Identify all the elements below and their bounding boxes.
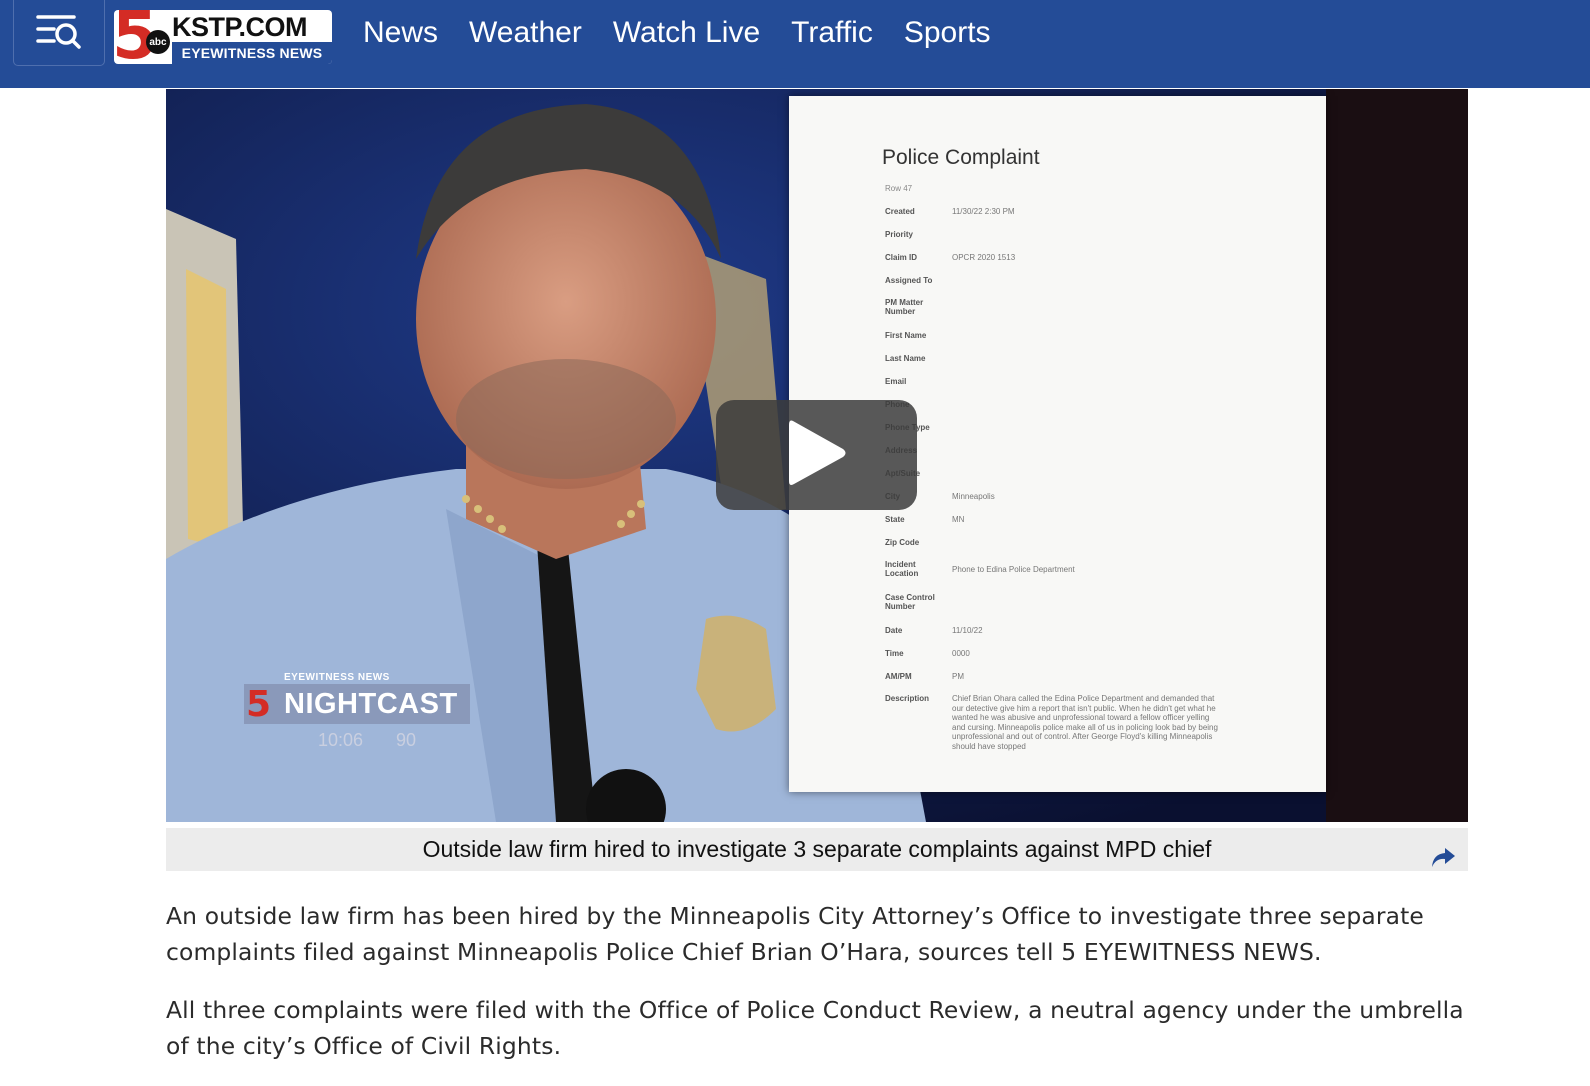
logo-site-name: KSTP.COM (172, 12, 308, 42)
field-label: Date (885, 626, 903, 635)
document-title: Police Complaint (882, 146, 1040, 169)
document-description: Chief Brian Ohara called the Edina Polic… (952, 694, 1218, 751)
field-label: First Name (885, 331, 927, 340)
bug-show-name: NIGHTCAST (284, 688, 458, 720)
kstp-logo[interactable]: 5 abc KSTP.COM EYEWITNESS NEWS (114, 10, 332, 64)
nav-watch-live[interactable]: Watch Live (613, 16, 760, 50)
field-label: Time (885, 649, 904, 658)
field-label: PM Matter Number (885, 298, 924, 316)
nav-weather[interactable]: Weather (469, 16, 582, 50)
field-value: 11/10/22 (952, 626, 983, 635)
menu-search-button[interactable] (13, 0, 105, 66)
field-value: 11/30/22 2:30 PM (952, 207, 1015, 216)
bug-eyebrow: EYEWITNESS NEWS (284, 672, 390, 683)
main-nav: News Weather Watch Live Traffic Sports (363, 0, 1022, 66)
menu-search-icon (34, 8, 84, 57)
bug-temperature: 90 (396, 730, 417, 750)
field-label: State (885, 515, 905, 524)
field-label: AM/PM (885, 672, 912, 681)
field-value: Phone to Edina Police Department (952, 565, 1075, 574)
field-label: Description (885, 694, 930, 703)
nav-sports[interactable]: Sports (904, 16, 991, 50)
field-label: Zip Code (885, 538, 920, 547)
logo-subtitle: EYEWITNESS NEWS (172, 42, 332, 64)
field-label: Case Control Number (885, 593, 935, 611)
article-paragraph: All three complaints were filed with the… (166, 996, 1464, 1060)
field-value: MN (952, 515, 965, 524)
nav-traffic[interactable]: Traffic (791, 16, 873, 50)
play-icon (785, 417, 849, 494)
field-label: Priority (885, 230, 914, 239)
field-label: Email (885, 377, 907, 386)
nav-news[interactable]: News (363, 16, 438, 50)
field-label: Created (885, 207, 915, 216)
document-row-label: Row 47 (885, 184, 913, 193)
field-label: Incident Location (885, 560, 919, 578)
abc-logo-icon: abc (146, 30, 170, 54)
nightcast-bug: EYEWITNESS NEWS 5 NIGHTCAST 10:06 90 (244, 672, 474, 752)
field-label: Claim ID (885, 253, 918, 262)
share-icon[interactable] (1430, 846, 1456, 873)
bug-channel-number: 5 (246, 684, 272, 725)
site-header: 5 abc KSTP.COM EYEWITNESS NEWS News Weat… (0, 0, 1590, 88)
bug-time: 10:06 (318, 730, 364, 750)
field-label: Last Name (885, 354, 926, 363)
video-caption: Outside law firm hired to investigate 3 … (166, 828, 1468, 871)
field-value: Minneapolis (952, 492, 995, 501)
article-paragraph: An outside law firm has been hired by th… (166, 902, 1424, 966)
field-value: PM (952, 672, 964, 681)
article-body: An outside law firm has been hired by th… (166, 898, 1476, 1086)
field-label: Assigned To (885, 276, 933, 285)
field-value: 0000 (952, 649, 970, 658)
field-value: OPCR 2020 1513 (952, 253, 1016, 262)
caption-text: Outside law firm hired to investigate 3 … (422, 836, 1212, 862)
play-button[interactable] (716, 400, 917, 510)
video-player[interactable]: Police Complaint Row 47 Created 11/30/22… (166, 89, 1468, 822)
